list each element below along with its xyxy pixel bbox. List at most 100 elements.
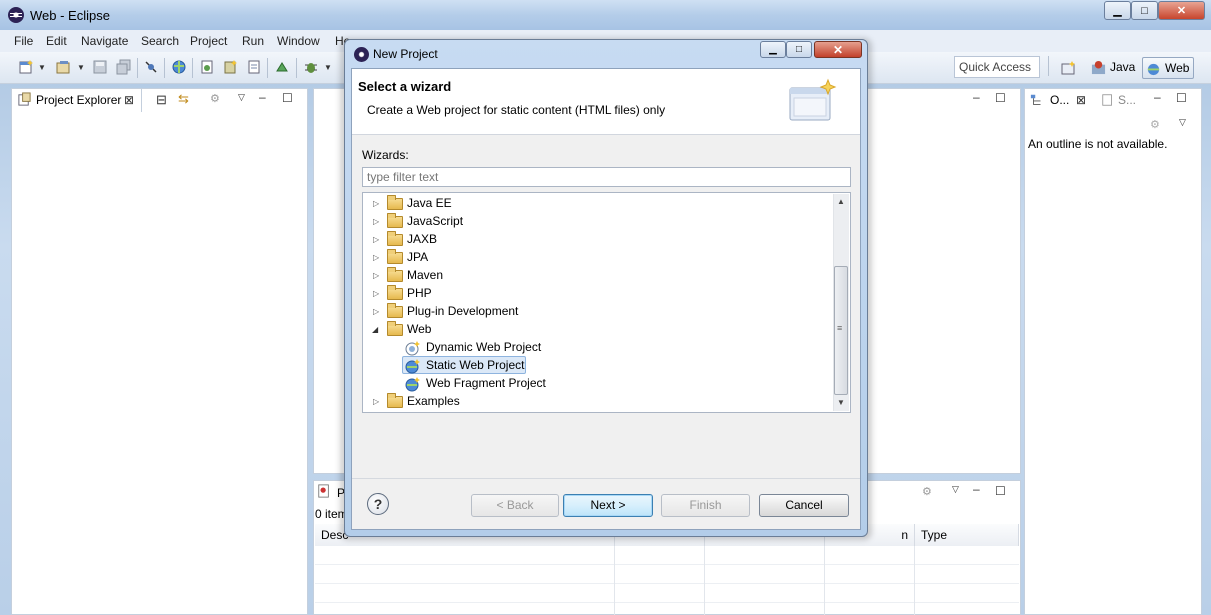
maximize-view-icon[interactable]: ☐ (1176, 91, 1187, 105)
tree-item-dynamic-web-project[interactable]: Dynamic Web Project (426, 340, 541, 358)
debug-icon[interactable] (303, 59, 319, 75)
minimize-view-icon[interactable]: – (1154, 90, 1161, 104)
sync-icon[interactable]: ⚙ (922, 485, 932, 498)
tree-item-web-fragment-project[interactable]: Web Fragment Project (426, 376, 546, 394)
maximize-view-icon[interactable]: ☐ (995, 484, 1006, 498)
menu-run[interactable]: Run (242, 34, 264, 48)
expand-arrow-icon[interactable]: ▷ (373, 271, 381, 280)
dialog-title: New Project (373, 47, 438, 61)
help-icon[interactable]: ? (367, 493, 389, 515)
close-icon[interactable]: ⊠ (1076, 93, 1086, 107)
expand-arrow-icon[interactable]: ▷ (373, 253, 381, 262)
tab-outline[interactable]: O... (1050, 93, 1069, 107)
column-divider (704, 546, 705, 615)
scroll-down-icon[interactable]: ▼ (837, 398, 845, 407)
tree-item-examples[interactable]: Examples (407, 394, 460, 412)
view-menu-icon[interactable]: ▽ (238, 92, 245, 103)
new-web-page-icon[interactable] (199, 59, 215, 75)
tree-item-php[interactable]: PHP (407, 286, 432, 304)
expand-arrow-icon[interactable]: ▷ (373, 217, 381, 226)
tree-item-static-web-project[interactable]: Static Web Project (426, 358, 524, 376)
view-menu-icon[interactable]: ▽ (952, 484, 959, 495)
tab-snippets[interactable]: S... (1118, 93, 1136, 107)
save-all-icon[interactable] (116, 59, 132, 75)
window-title: Web - Eclipse (30, 8, 110, 23)
perspective-web-button[interactable]: Web (1142, 57, 1195, 79)
open-perspective-icon[interactable] (1060, 60, 1076, 76)
eclipse-logo-icon (354, 47, 369, 62)
menu-navigate[interactable]: Navigate (81, 34, 128, 48)
minimize-view-icon[interactable]: – (973, 90, 980, 104)
tree-item-web[interactable]: Web (407, 322, 431, 340)
dynamic-web-project-icon (405, 341, 420, 356)
folder-icon (387, 249, 403, 264)
minimize-view-icon[interactable]: – (259, 90, 266, 104)
column-divider (614, 546, 615, 615)
dropdown-arrow-icon[interactable]: ▼ (324, 63, 332, 72)
perspective-java-button[interactable]: Java (1088, 57, 1139, 79)
scroll-up-icon[interactable]: ▲ (837, 197, 845, 206)
dialog-minimize-button[interactable]: ▁ (760, 41, 786, 58)
refactor-icon[interactable] (274, 59, 290, 75)
project-explorer-label: Project Explorer (36, 93, 122, 107)
quick-access-input[interactable]: Quick Access (954, 56, 1040, 78)
next-button[interactable]: Next > (563, 494, 653, 517)
tree-item-javascript[interactable]: JavaScript (407, 214, 463, 232)
menu-window[interactable]: Window (277, 34, 320, 48)
tree-item-plugin-development[interactable]: Plug-in Development (407, 304, 518, 322)
link-with-editor-icon[interactable]: ⇆ (178, 91, 189, 107)
expand-arrow-icon[interactable]: ▷ (373, 289, 381, 298)
collapse-arrow-icon[interactable]: ◢ (372, 325, 380, 334)
dialog-maximize-button[interactable]: □ (786, 41, 812, 58)
new-file-icon[interactable] (246, 59, 262, 75)
dropdown-arrow-icon[interactable]: ▼ (38, 63, 46, 72)
cancel-button[interactable]: Cancel (759, 494, 849, 517)
dialog-heading: Select a wizard (358, 79, 452, 94)
expand-arrow-icon[interactable]: ▷ (373, 307, 381, 316)
close-button[interactable]: ✕ (1158, 1, 1205, 20)
back-button[interactable]: < Back (471, 494, 559, 517)
menu-file[interactable]: File (14, 34, 33, 48)
globe-icon[interactable] (171, 59, 187, 75)
finish-button[interactable]: Finish (661, 494, 750, 517)
close-icon[interactable]: ⊠ (124, 93, 134, 107)
problems-icon (318, 484, 329, 498)
folder-icon (387, 303, 403, 318)
folder-icon (387, 231, 403, 246)
tree-item-maven[interactable]: Maven (407, 268, 443, 286)
sync-icon[interactable]: ⚙ (210, 92, 220, 105)
tree-item-java-ee[interactable]: Java EE (407, 196, 452, 214)
maximize-view-icon[interactable]: ☐ (995, 91, 1006, 105)
new-server-icon[interactable] (222, 59, 238, 75)
collapse-all-icon[interactable]: ⊟ (156, 92, 167, 108)
skip-breakpoints-icon[interactable] (143, 59, 159, 75)
dialog-close-button[interactable]: ✕ (814, 41, 862, 58)
new-project-icon[interactable] (55, 59, 71, 75)
toolbar-separator (296, 58, 297, 78)
maximize-view-icon[interactable]: ☐ (282, 91, 293, 105)
maximize-button[interactable]: □ (1131, 1, 1158, 20)
minimize-view-icon[interactable]: – (973, 482, 980, 496)
outline-message: An outline is not available. (1028, 137, 1168, 151)
dropdown-arrow-icon[interactable]: ▼ (77, 63, 85, 72)
tree-item-jpa[interactable]: JPA (407, 250, 428, 268)
footer-divider (352, 478, 860, 479)
menu-project[interactable]: Project (190, 34, 227, 48)
perspective-web-label: Web (1165, 61, 1190, 75)
view-menu-icon[interactable]: ▽ (1179, 117, 1186, 128)
column-header-type[interactable]: Type (915, 524, 1019, 546)
filter-input[interactable] (362, 167, 851, 187)
menu-edit[interactable]: Edit (46, 34, 67, 48)
toolbar-separator (164, 58, 165, 78)
menu-search[interactable]: Search (141, 34, 179, 48)
save-icon[interactable] (92, 59, 108, 75)
sync-icon[interactable]: ⚙ (1150, 118, 1160, 131)
web-perspective-icon (1147, 63, 1160, 76)
expand-arrow-icon[interactable]: ▷ (373, 397, 381, 406)
toolbar-separator (1048, 56, 1049, 76)
expand-arrow-icon[interactable]: ▷ (373, 199, 381, 208)
new-icon[interactable] (18, 59, 34, 75)
tree-item-jaxb[interactable]: JAXB (407, 232, 437, 250)
minimize-button[interactable]: ▁ (1104, 1, 1131, 20)
expand-arrow-icon[interactable]: ▷ (373, 235, 381, 244)
